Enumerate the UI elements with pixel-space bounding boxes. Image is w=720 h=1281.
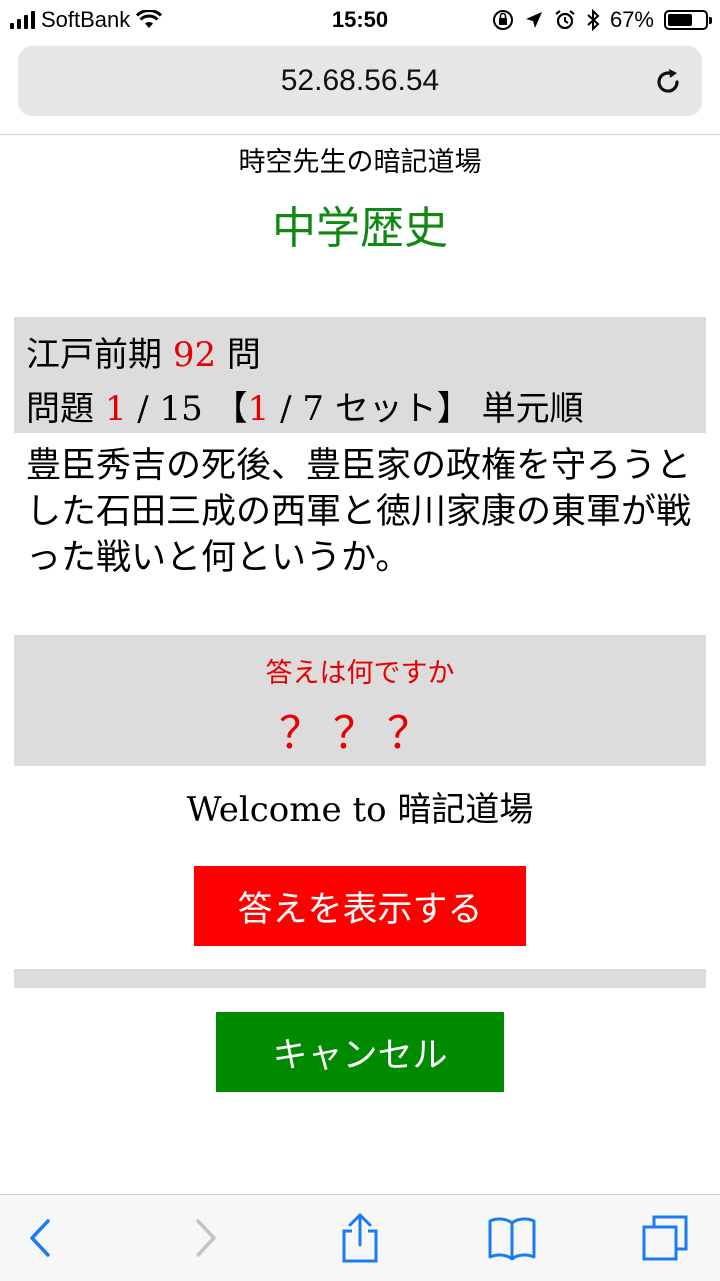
subject-title: 中学歴史 (272, 203, 448, 254)
progress-line: 問題 1 / 15 【1 / 7 セット】 単元順 (26, 381, 584, 430)
set-open: 【 (213, 389, 248, 429)
battery-icon (664, 10, 712, 30)
separator: / (280, 389, 292, 429)
orientation-lock-icon (492, 10, 513, 30)
count-suffix: 問 (226, 335, 261, 375)
back-icon[interactable] (16, 1213, 68, 1263)
battery-percent: 67% (609, 7, 654, 32)
bookmarks-icon[interactable] (486, 1213, 538, 1263)
question-info-panel: 江戸前期 92 問 問題 1 / 15 【1 / 7 セット】 単元順 (14, 317, 706, 433)
tabs-icon[interactable] (640, 1213, 692, 1263)
set-current: 1 (247, 389, 270, 429)
site-title: 時空先生の暗記道場 (238, 147, 482, 178)
set-total: 7 (302, 389, 324, 429)
address-bar[interactable]: 52.68.56.54 (18, 46, 702, 116)
question-label: 問題 (26, 389, 94, 429)
cancel-button[interactable]: キャンセル (216, 1012, 504, 1092)
answer-panel: 答えは何ですか ？？？ (14, 635, 706, 766)
status-bar: SoftBank 15:50 67% (0, 0, 720, 40)
unit-name: 江戸前期 (26, 335, 162, 375)
browser-address-area: 52.68.56.54 (0, 40, 720, 135)
alarm-icon (555, 10, 575, 30)
share-icon[interactable] (334, 1213, 386, 1263)
url-text[interactable]: 52.68.56.54 (18, 46, 702, 116)
bluetooth-icon (587, 9, 600, 31)
show-answer-button[interactable]: 答えを表示する (194, 866, 526, 946)
reload-icon[interactable] (652, 66, 684, 98)
unit-line: 江戸前期 92 問 (26, 327, 261, 376)
separator: / (137, 389, 149, 429)
current-question: 1 (104, 389, 127, 429)
total-questions: 15 (159, 389, 203, 429)
order-label: 単元順 (481, 389, 584, 429)
answer-prompt: 答えは何ですか (265, 658, 455, 689)
total-count: 92 (172, 335, 217, 375)
divider (14, 969, 706, 988)
status-icons: 67% (492, 7, 712, 33)
welcome-message: Welcome to 暗記道場 (186, 790, 534, 830)
set-label: セット】 (334, 389, 471, 429)
forward-icon[interactable] (178, 1213, 230, 1263)
location-icon (525, 12, 542, 28)
hidden-answer: ？？？ (279, 708, 441, 759)
question-text: 豊臣秀吉の死後、豊臣家の政権を守ろうとした石田三成の西軍と徳川家康の東軍が戦った… (26, 446, 692, 578)
browser-toolbar (0, 1194, 720, 1281)
